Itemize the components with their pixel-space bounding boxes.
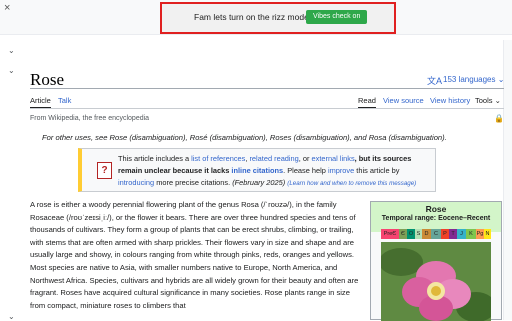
- period-cambrian[interactable]: Є: [399, 229, 407, 239]
- link-improve[interactable]: improve: [328, 166, 354, 175]
- rose-photo[interactable]: [381, 242, 491, 321]
- taxobox-header: Rose Temporal range: Eocene–Recent: [371, 202, 501, 232]
- extension-message: Fam lets turn on the rizz mode: [194, 12, 309, 22]
- period-neogene[interactable]: N: [484, 229, 491, 239]
- link-inline-citations[interactable]: inline citations: [231, 166, 283, 175]
- tab-talk[interactable]: Talk: [58, 96, 71, 105]
- tab-view-source[interactable]: View source: [383, 96, 424, 105]
- question-page-icon: ?: [97, 162, 112, 179]
- translate-icon[interactable]: 文A: [427, 74, 442, 87]
- tagline: From Wikipedia, the free encyclopedia: [30, 115, 150, 122]
- taxobox-title: Rose: [425, 204, 447, 214]
- notice-text: This article includes a list of referenc…: [118, 154, 417, 187]
- period-cretaceous[interactable]: K: [466, 229, 476, 239]
- lock-icon: 🔒: [494, 114, 504, 123]
- close-icon[interactable]: ×: [4, 2, 10, 14]
- temporal-range: Temporal range: Eocene–Recent: [381, 215, 491, 222]
- article-body: A rose is either a woody perennial flowe…: [30, 200, 359, 310]
- link-external-links[interactable]: external links: [312, 154, 355, 163]
- period-jurassic[interactable]: J: [457, 229, 466, 239]
- period-devonian[interactable]: D: [422, 229, 431, 239]
- rose-flower-image: [381, 242, 491, 321]
- geologic-timeline: PreЄ Є O S D C P T J K Pg N: [381, 229, 491, 239]
- title-divider: [30, 88, 504, 89]
- tools-menu[interactable]: Tools ⌄: [475, 96, 501, 105]
- period-silurian[interactable]: S: [415, 229, 422, 239]
- period-triassic[interactable]: T: [449, 229, 457, 239]
- period-ordovician[interactable]: O: [407, 229, 415, 239]
- tabs-divider: [30, 108, 504, 109]
- taxobox: Rose Temporal range: Eocene–Recent PreЄ …: [370, 201, 502, 321]
- vibes-check-button[interactable]: Vibes check on: [306, 10, 368, 24]
- chevron-icon[interactable]: ⌄: [8, 46, 15, 55]
- languages-button[interactable]: 153 languages ⌄: [443, 75, 504, 84]
- link-references[interactable]: list of references: [191, 154, 245, 163]
- link-related-reading[interactable]: related reading: [249, 154, 298, 163]
- period-pre-cambrian[interactable]: PreЄ: [381, 229, 399, 239]
- period-permian[interactable]: P: [441, 229, 449, 239]
- period-carboniferous[interactable]: C: [431, 229, 441, 239]
- hatnote: For other uses, see Rose (disambiguation…: [42, 133, 447, 142]
- page-title: Rose: [30, 70, 64, 89]
- link-introducing[interactable]: introducing: [118, 178, 154, 187]
- period-paleogene[interactable]: Pg: [476, 229, 484, 239]
- citation-notice: ? This article includes a list of refere…: [78, 148, 436, 192]
- chevron-icon[interactable]: ⌄: [8, 66, 15, 75]
- extension-banner: Fam lets turn on the rizz mode Vibes che…: [160, 2, 396, 34]
- tab-view-history[interactable]: View history: [430, 96, 470, 105]
- learn-link[interactable]: (Learn how and when to remove this messa…: [287, 180, 416, 187]
